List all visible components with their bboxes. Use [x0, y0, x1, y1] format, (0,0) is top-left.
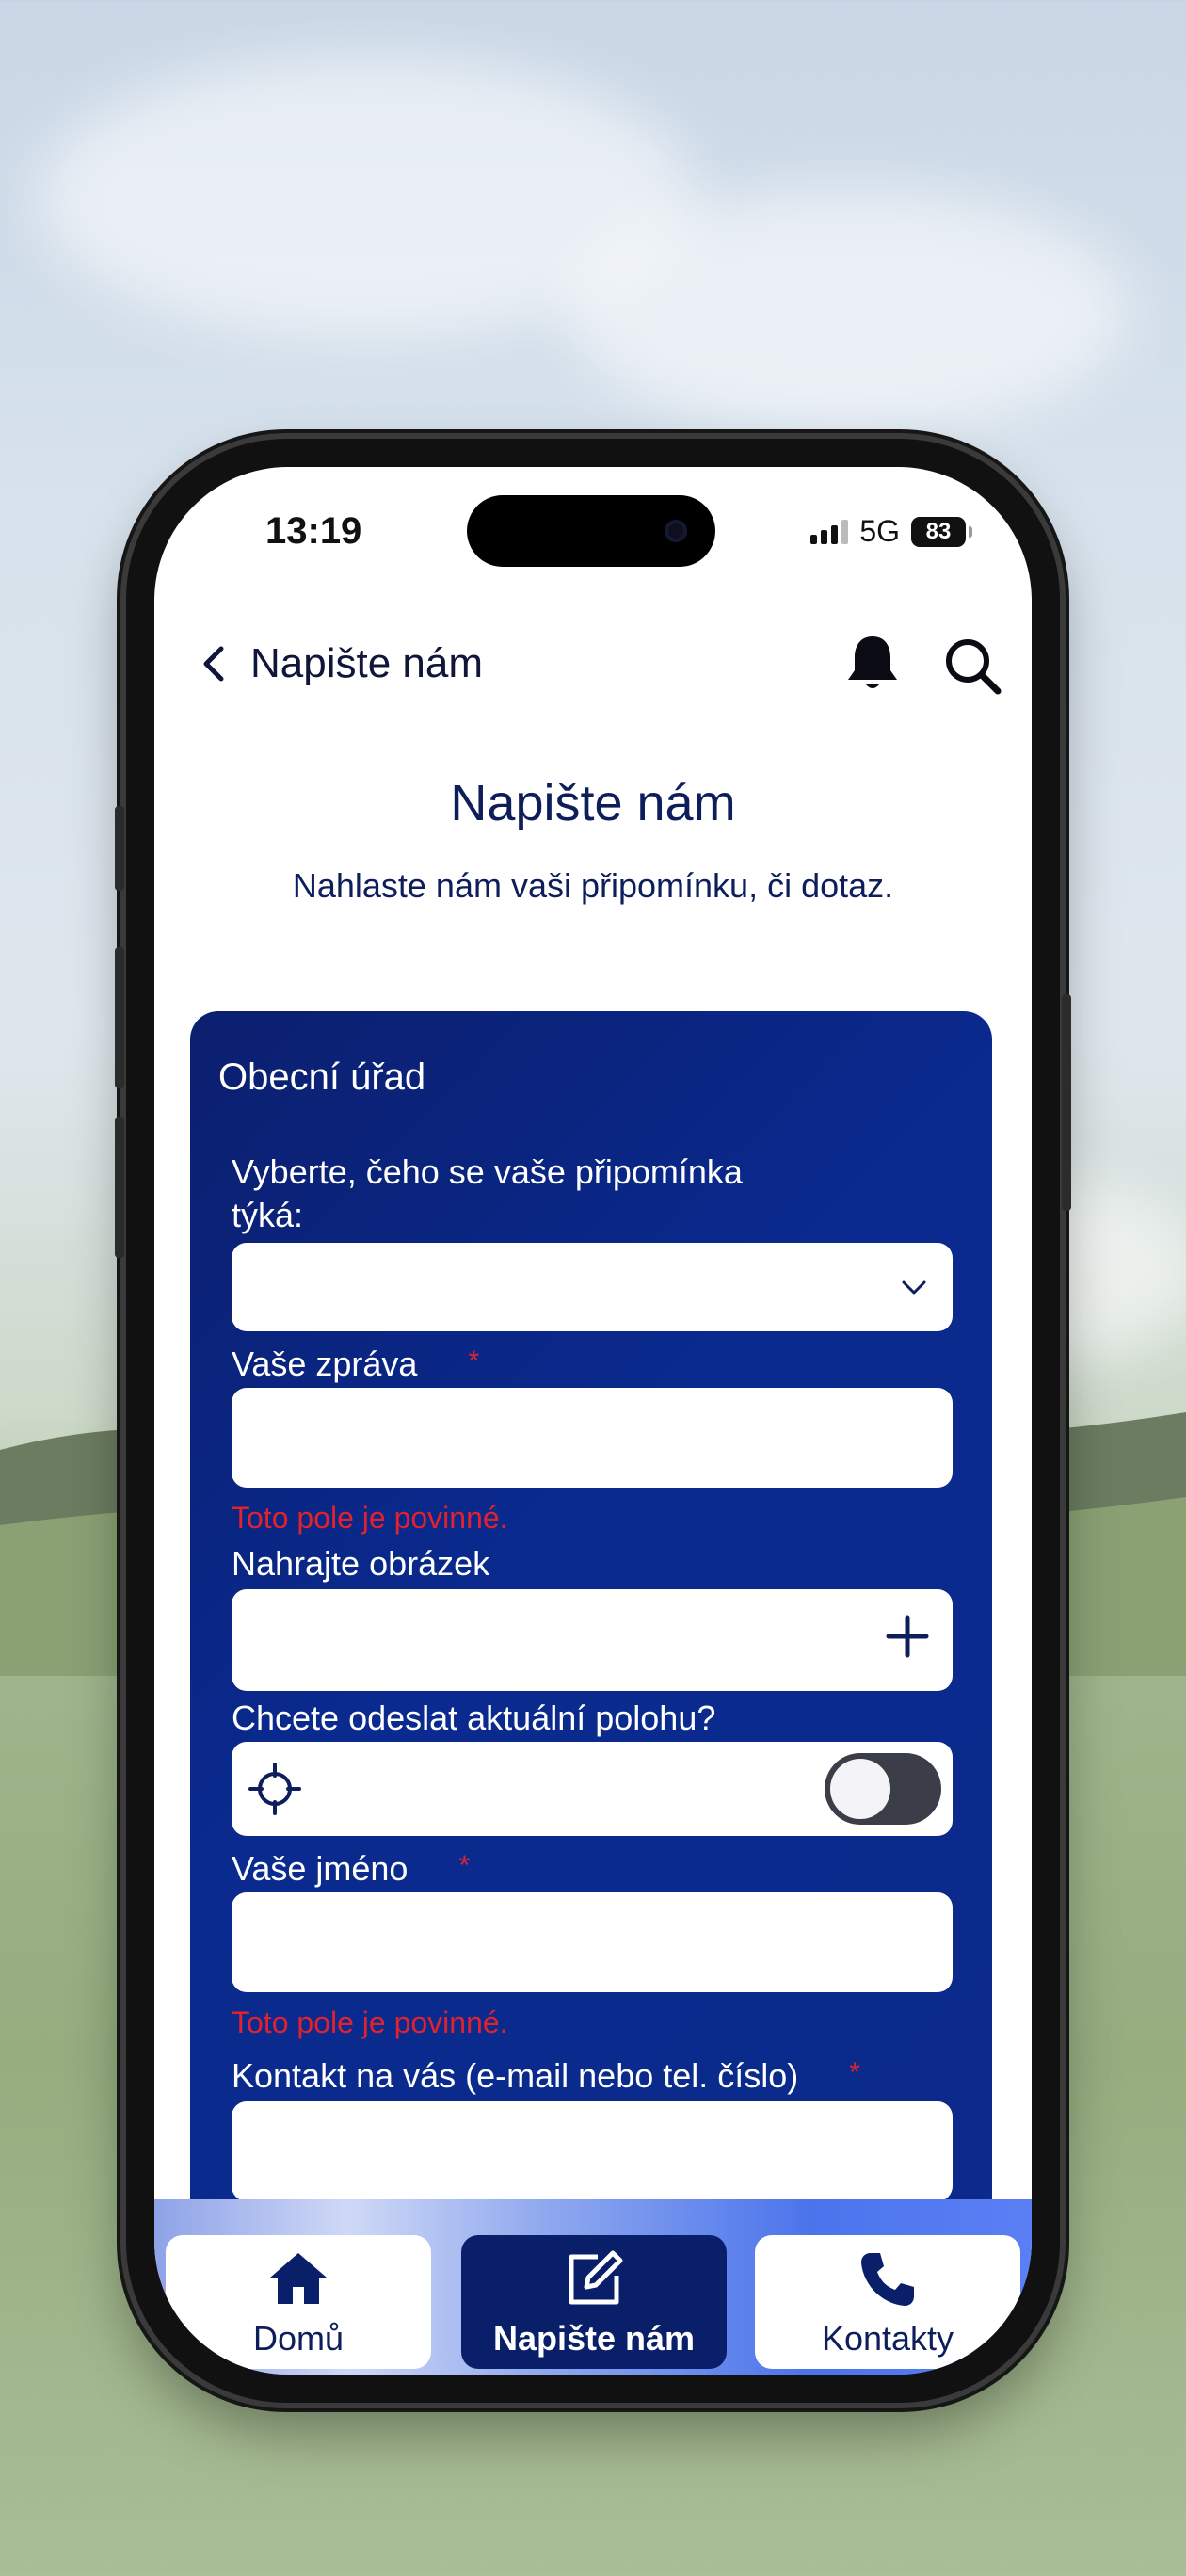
plus-icon[interactable] [885, 1614, 930, 1659]
name-error: Toto pole je povinné. [232, 2005, 508, 2039]
message-label: Vaše zpráva [232, 1344, 418, 1383]
tab-write-us[interactable]: Napište nám [461, 2235, 727, 2369]
tab-write-us-label: Napište nám [492, 2319, 696, 2358]
signal-icon [810, 519, 849, 544]
bottom-tab-bar: Domů Napište nám Kontakty [154, 2199, 1032, 2375]
phone-icon [861, 2253, 914, 2306]
page-title: Napište nám [450, 775, 736, 831]
action-button [115, 806, 124, 891]
back-arrow-icon[interactable] [192, 642, 235, 685]
location-target-icon [248, 1763, 301, 1815]
tab-home[interactable]: Domů [166, 2235, 431, 2369]
location-toggle[interactable] [825, 1753, 941, 1825]
form-card: Obecní úřad Vyberte, čeho se vaše připom… [190, 1011, 992, 2375]
edit-icon [569, 2250, 623, 2305]
required-asterisk: * [468, 1345, 480, 1377]
name-input[interactable] [232, 1892, 953, 1992]
volume-down-button [115, 1117, 124, 1258]
search-icon[interactable] [939, 633, 1005, 699]
toggle-knob [830, 1759, 890, 1819]
contact-label-row: Kontakt na vás (e-mail nebo tel. číslo) … [232, 2054, 860, 2101]
message-label-row: Vaše zpráva * [232, 1343, 479, 1389]
status-indicators: 5G 83 [810, 514, 972, 549]
message-error: Toto pole je povinné. [232, 1501, 508, 1535]
bell-icon[interactable] [840, 631, 906, 697]
topic-select[interactable] [232, 1243, 953, 1331]
name-label: Vaše jméno [232, 1849, 409, 1888]
header-title: Napište nám [250, 640, 484, 686]
tab-contacts-label: Kontakty [821, 2319, 954, 2358]
location-field [232, 1742, 953, 1836]
tab-contacts[interactable]: Kontakty [755, 2235, 1020, 2369]
form-section-title: Obecní úřad [218, 1056, 426, 1098]
page-subtitle: Nahlaste nám vaši připomínku, či dotaz. [292, 866, 894, 905]
message-input[interactable] [232, 1388, 953, 1488]
front-camera [665, 520, 687, 542]
battery-icon: 83 [911, 516, 972, 547]
power-button [1062, 994, 1071, 1211]
dynamic-island [467, 495, 715, 567]
status-time: 13:19 [265, 510, 362, 552]
contact-label: Kontakt na vás (e-mail nebo tel. číslo) [232, 2056, 799, 2095]
app-header: Napište nám [154, 621, 1032, 706]
location-label: Chcete odeslat aktuální polohu? [232, 1699, 716, 1737]
topic-label-line2: týká: [232, 1196, 304, 1234]
home-icon [270, 2253, 327, 2304]
tab-home-label: Domů [252, 2319, 345, 2358]
volume-up-button [115, 947, 124, 1088]
image-upload-field[interactable] [232, 1589, 953, 1691]
topic-label: Vyberte, čeho se vaše připomínka týká: [232, 1151, 743, 1237]
background-cloud [565, 188, 1130, 433]
required-asterisk: * [849, 2057, 860, 2088]
image-label: Nahrajte obrázek [232, 1544, 490, 1583]
topic-label-line1: Vyberte, čeho se vaše připomínka [232, 1152, 743, 1191]
required-asterisk: * [458, 1850, 471, 1881]
chevron-down-icon [902, 1280, 926, 1295]
phone-frame: 13:19 5G 83 Napište nám Napište nám Nahl… [115, 439, 1071, 2403]
phone-screen: 13:19 5G 83 Napište nám Napište nám Nahl… [154, 467, 1032, 2375]
contact-input[interactable] [232, 2101, 953, 2201]
network-label: 5G [859, 514, 900, 548]
name-label-row: Vaše jméno * [232, 1847, 470, 1893]
